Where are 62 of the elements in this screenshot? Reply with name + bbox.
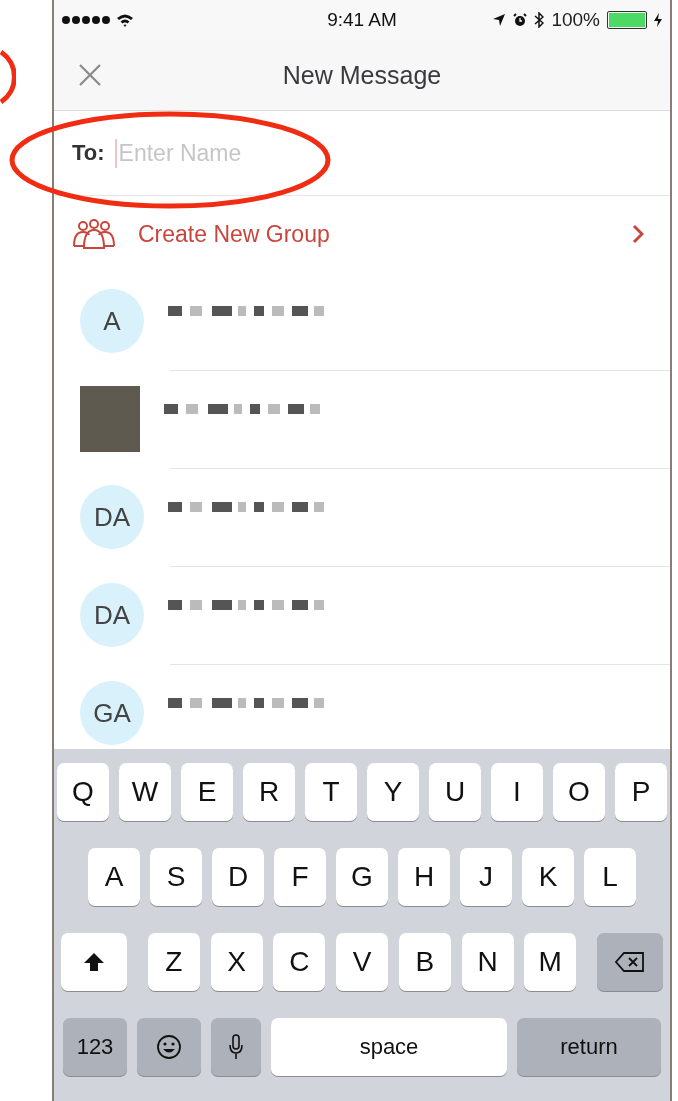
battery-icon	[607, 11, 647, 29]
keyboard-key[interactable]: M	[524, 933, 577, 991]
wifi-icon	[116, 13, 134, 27]
microphone-key[interactable]	[211, 1018, 261, 1076]
keyboard-key[interactable]: C	[273, 933, 326, 991]
people-group-icon	[72, 219, 116, 249]
keyboard-key[interactable]: J	[460, 848, 512, 906]
status-time: 9:41 AM	[327, 9, 397, 31]
space-key[interactable]: space	[271, 1018, 507, 1076]
microphone-icon	[228, 1034, 244, 1060]
shift-arrow-icon	[83, 952, 105, 972]
keyboard-key[interactable]: T	[305, 763, 357, 821]
keyboard-key[interactable]: K	[522, 848, 574, 906]
keyboard-key[interactable]: Z	[147, 933, 200, 991]
numbers-key[interactable]: 123	[63, 1018, 127, 1076]
keyboard-key[interactable]: X	[210, 933, 263, 991]
annotation-arc	[0, 49, 16, 105]
keyboard-key[interactable]: Y	[367, 763, 419, 821]
keyboard-key[interactable]: A	[88, 848, 140, 906]
keyboard-key[interactable]: B	[398, 933, 451, 991]
keyboard-key[interactable]: V	[336, 933, 388, 991]
close-icon[interactable]	[78, 63, 102, 87]
bluetooth-icon	[534, 12, 545, 28]
keyboard-key[interactable]: S	[150, 848, 202, 906]
keyboard-key[interactable]: U	[429, 763, 481, 821]
nav-title: New Message	[282, 60, 442, 90]
keyboard-key[interactable]: H	[398, 848, 450, 906]
keyboard-key[interactable]: D	[212, 848, 264, 906]
shift-key[interactable]	[61, 933, 127, 991]
location-arrow-icon	[492, 13, 507, 27]
keyboard-key[interactable]: F	[274, 848, 326, 906]
contact-avatar: DA	[80, 583, 144, 647]
create-group-label: Create New Group	[138, 220, 331, 248]
keyboard-key[interactable]: N	[461, 933, 514, 991]
keyboard-key[interactable]: O	[553, 763, 605, 821]
smiley-icon	[156, 1034, 182, 1060]
keyboard-key[interactable]: P	[615, 763, 667, 821]
contact-row[interactable]: DA	[54, 468, 670, 566]
charging-bolt-icon	[654, 13, 662, 27]
chevron-right-icon	[632, 224, 644, 244]
delete-key[interactable]	[597, 933, 663, 991]
keyboard-key[interactable]: R	[243, 763, 295, 821]
alarm-clock-icon	[513, 13, 528, 27]
keyboard-key[interactable]: Q	[57, 763, 109, 821]
battery-percent: 100%	[551, 9, 600, 31]
keyboard-key[interactable]: I	[491, 763, 543, 821]
contact-row[interactable]: A	[54, 272, 670, 370]
keyboard-key[interactable]: E	[181, 763, 233, 821]
contact-avatar: DA	[80, 485, 144, 549]
emoji-key[interactable]	[137, 1018, 201, 1076]
create-group-row[interactable]: Create New Group	[54, 196, 670, 272]
return-key[interactable]: return	[517, 1018, 661, 1076]
keyboard-key[interactable]: L	[584, 848, 636, 906]
to-label: To:	[72, 140, 105, 166]
photo-placeholder	[80, 386, 140, 452]
signal-icon	[62, 16, 110, 24]
contact-avatar: GA	[80, 681, 144, 745]
contact-row[interactable]: DA	[54, 566, 670, 664]
contact-avatar: A	[80, 289, 144, 353]
keyboard-key[interactable]: G	[336, 848, 388, 906]
keyboard-key[interactable]: W	[119, 763, 171, 821]
backspace-icon	[615, 951, 645, 973]
